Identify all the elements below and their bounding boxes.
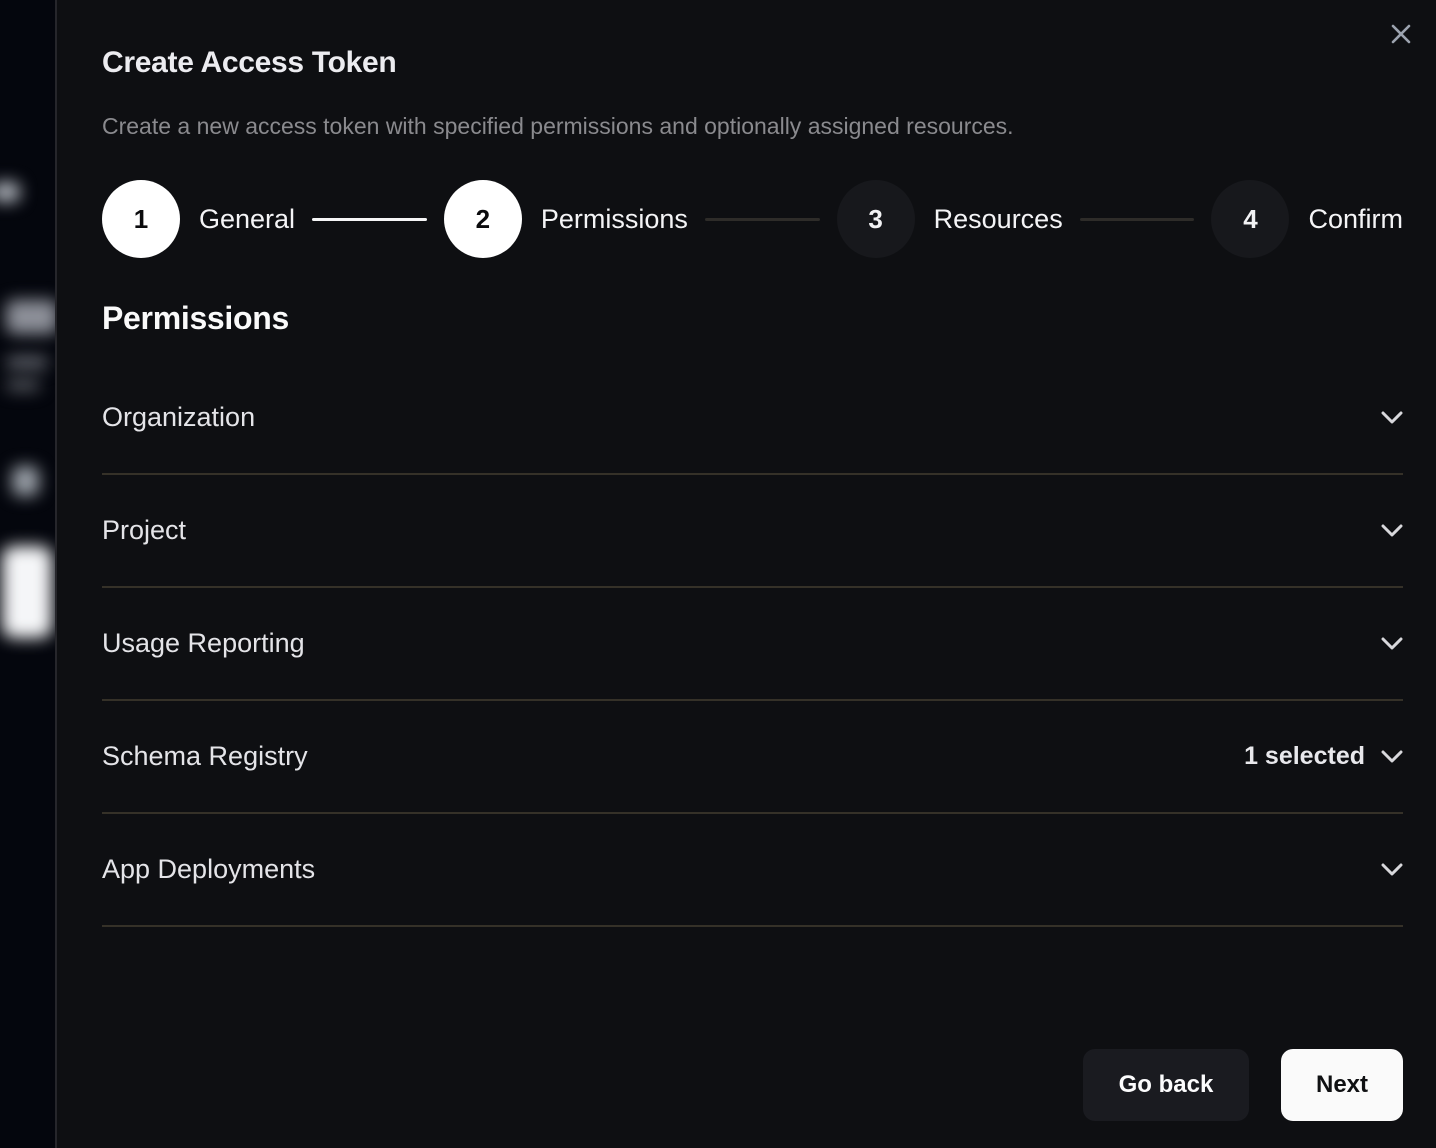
- step-connector: [312, 218, 427, 221]
- permissions-accordion: Organization Project Usage Reporting: [102, 362, 1403, 927]
- step-permissions: 2 Permissions: [444, 180, 688, 258]
- dialog-subtitle: Create a new access token with specified…: [102, 113, 1403, 140]
- accordion-section-organization[interactable]: Organization: [102, 362, 1403, 475]
- blurred-background-element: [6, 300, 55, 334]
- section-label: Usage Reporting: [102, 628, 305, 659]
- wizard-stepper: 1 General 2 Permissions 3 Resources 4 Co…: [102, 180, 1403, 258]
- chevron-down-icon: [1381, 524, 1403, 538]
- step-number-badge: 4: [1211, 180, 1289, 258]
- accordion-section-app-deployments[interactable]: App Deployments: [102, 814, 1403, 927]
- blurred-background-element: [6, 379, 40, 391]
- step-label: Confirm: [1308, 204, 1403, 235]
- section-label: Organization: [102, 402, 255, 433]
- step-label: Permissions: [541, 204, 688, 235]
- accordion-section-schema-registry[interactable]: Schema Registry 1 selected: [102, 701, 1403, 814]
- section-label: App Deployments: [102, 854, 315, 885]
- chevron-down-icon: [1381, 863, 1403, 877]
- step-number-badge: 2: [444, 180, 522, 258]
- blurred-background-element: [0, 182, 20, 202]
- blurred-background-element: [12, 466, 39, 496]
- section-label: Schema Registry: [102, 741, 308, 772]
- go-back-button[interactable]: Go back: [1083, 1049, 1249, 1121]
- create-access-token-dialog: Create Access Token Create a new access …: [55, 0, 1436, 1148]
- step-connector: [705, 218, 820, 221]
- close-icon: [1389, 22, 1413, 49]
- close-button[interactable]: [1384, 18, 1418, 52]
- selected-count-badge: 1 selected: [1244, 742, 1365, 771]
- section-label: Project: [102, 515, 186, 546]
- chevron-down-icon: [1381, 637, 1403, 651]
- dialog-title: Create Access Token: [102, 46, 1403, 80]
- blurred-background-element: [2, 546, 52, 638]
- step-confirm: 4 Confirm: [1211, 180, 1403, 258]
- step-connector: [1080, 218, 1195, 221]
- dialog-footer: Go back Next: [1083, 1049, 1403, 1121]
- step-label: General: [199, 204, 295, 235]
- chevron-down-icon: [1381, 411, 1403, 425]
- accordion-section-project[interactable]: Project: [102, 475, 1403, 588]
- next-button[interactable]: Next: [1281, 1049, 1403, 1121]
- blurred-background-element: [6, 356, 48, 369]
- step-label: Resources: [934, 204, 1063, 235]
- step-number-badge: 1: [102, 180, 180, 258]
- step-resources: 3 Resources: [837, 180, 1063, 258]
- accordion-section-usage-reporting[interactable]: Usage Reporting: [102, 588, 1403, 701]
- step-number-badge: 3: [837, 180, 915, 258]
- chevron-down-icon: [1381, 750, 1403, 764]
- permissions-heading: Permissions: [102, 300, 1403, 337]
- background-app-strip: [0, 0, 55, 1148]
- step-general: 1 General: [102, 180, 295, 258]
